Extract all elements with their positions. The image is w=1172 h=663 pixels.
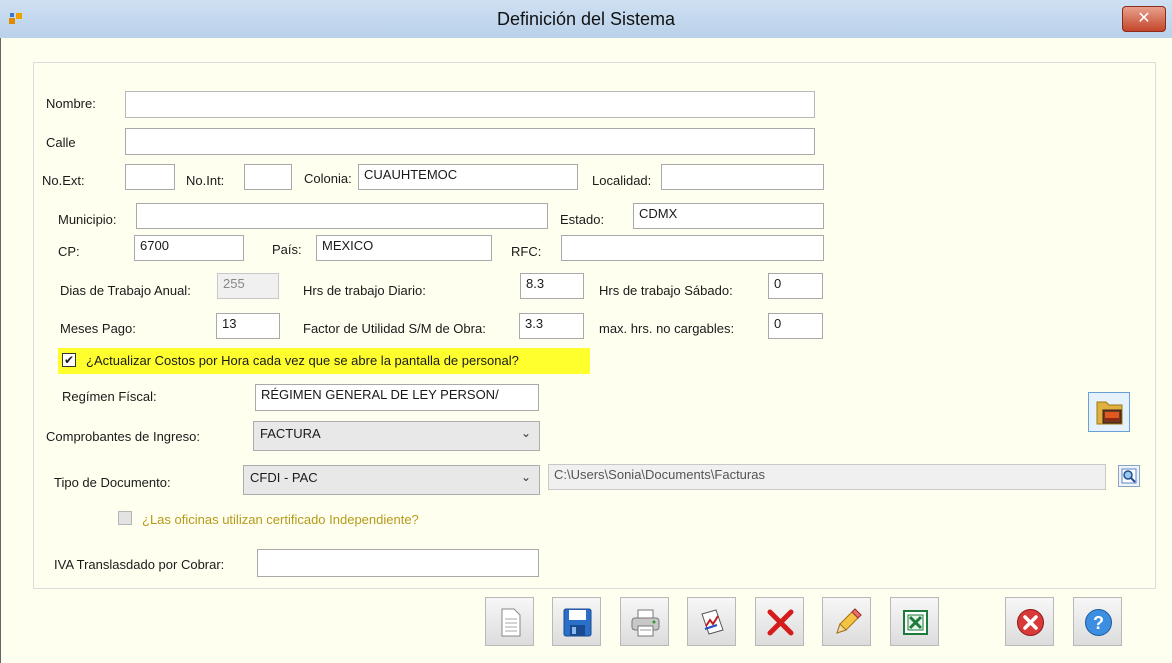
ruta-facturas-input: C:\Users\Sonia\Documents\Facturas [548, 464, 1106, 490]
dias-trabajo-input: 255 [217, 273, 279, 299]
localidad-label: Localidad: [592, 173, 652, 188]
meses-pago-input[interactable]: 13 [216, 313, 280, 339]
window-title: Definición del Sistema [496, 9, 676, 29]
nombre-input[interactable] [125, 91, 815, 118]
no-ext-label: No.Ext: [42, 173, 85, 188]
tipo-documento-label: Tipo de Documento: [54, 475, 171, 490]
oficinas-cert-checkbox [118, 511, 132, 525]
help-button[interactable]: ? [1073, 597, 1122, 646]
comprobantes-value: FACTURA [260, 426, 321, 441]
search-icon [1121, 468, 1137, 484]
colonia-input[interactable]: CUAUHTEMOC [358, 164, 578, 190]
factor-utilidad-input[interactable]: 3.3 [519, 313, 584, 339]
close-window-button[interactable]: ✕ [1122, 6, 1166, 32]
save-button[interactable] [552, 597, 601, 646]
tipo-documento-value: CFDI - PAC [250, 470, 318, 485]
hrs-sabado-input[interactable]: 0 [768, 273, 823, 299]
meses-pago-label: Meses Pago: [60, 321, 136, 336]
title-bar: Definición del Sistema ✕ [0, 0, 1172, 39]
delete-icon [767, 609, 794, 636]
max-hrs-label: max. hrs. no cargables: [599, 321, 735, 336]
estado-label: Estado: [560, 212, 605, 227]
factor-utilidad-label: Factor de Utilidad S/M de Obra: [303, 321, 486, 336]
edit-icon [836, 608, 862, 634]
new-document-icon [501, 608, 521, 637]
oficinas-cert-label: ¿Las oficinas utilizan certificado Indep… [142, 512, 419, 527]
help-icon: ? [1085, 609, 1112, 636]
rfc-input[interactable] [561, 235, 824, 261]
open-folder-button[interactable] [1088, 392, 1130, 432]
no-int-label: No.Int: [186, 173, 225, 188]
cancel-icon [1017, 609, 1044, 636]
calle-label: Calle [46, 135, 76, 150]
excel-icon [903, 610, 928, 635]
hrs-sabado-label: Hrs de trabajo Sábado: [599, 283, 733, 298]
cp-label: CP: [58, 244, 80, 259]
export-excel-button[interactable] [890, 597, 939, 646]
comprobantes-label: Comprobantes de Ingreso: [46, 429, 200, 444]
max-hrs-input[interactable]: 0 [768, 313, 823, 339]
hrs-diario-input[interactable]: 8.3 [520, 273, 584, 299]
save-icon [563, 608, 592, 637]
estado-input[interactable]: CDMX [633, 203, 824, 229]
no-ext-input[interactable] [125, 164, 175, 190]
print-icon [631, 609, 660, 637]
help-glyph: ? [1093, 613, 1104, 633]
print-button[interactable] [620, 597, 669, 646]
edit-button[interactable] [822, 597, 871, 646]
delete-button[interactable] [755, 597, 804, 646]
rfc-label: RFC: [511, 244, 542, 259]
calle-input[interactable] [125, 128, 815, 155]
actualizar-costos-row[interactable]: ✔ ¿Actualizar Costos por Hora cada vez q… [58, 348, 590, 374]
regimen-label: Regímen Físcal: [62, 389, 157, 404]
municipio-input[interactable] [136, 203, 548, 229]
localidad-input[interactable] [661, 164, 824, 190]
regimen-input[interactable]: RÉGIMEN GENERAL DE LEY PERSON/ [255, 384, 539, 411]
actualizar-costos-checkbox[interactable]: ✔ [62, 353, 76, 367]
chevron-down-icon: ⌄ [520, 426, 531, 440]
chevron-down-icon: ⌄ [520, 470, 531, 484]
folder-image-icon [1096, 401, 1123, 425]
municipio-label: Municipio: [58, 212, 117, 227]
hrs-diario-label: Hrs de trabajo Diario: [303, 283, 426, 298]
report-icon [701, 609, 724, 635]
iva-label: IVA Translasdado por Cobrar: [54, 557, 225, 572]
pais-label: País: [272, 242, 302, 257]
browse-path-button[interactable] [1118, 465, 1140, 487]
colonia-label: Colonia: [304, 171, 352, 186]
new-document-button[interactable] [485, 597, 534, 646]
actualizar-costos-label: ¿Actualizar Costos por Hora cada vez que… [86, 353, 519, 368]
dias-trabajo-label: Dias de Trabajo Anual: [60, 283, 191, 298]
no-int-input[interactable] [244, 164, 292, 190]
cancel-button[interactable] [1005, 597, 1054, 646]
iva-input[interactable] [257, 549, 539, 577]
report-button[interactable] [687, 597, 736, 646]
pais-input[interactable]: MEXICO [316, 235, 492, 261]
nombre-label: Nombre: [46, 96, 96, 111]
comprobantes-select[interactable]: FACTURA ⌄ [253, 421, 540, 451]
cp-input[interactable]: 6700 [134, 235, 244, 261]
tipo-documento-select[interactable]: CFDI - PAC ⌄ [243, 465, 540, 495]
